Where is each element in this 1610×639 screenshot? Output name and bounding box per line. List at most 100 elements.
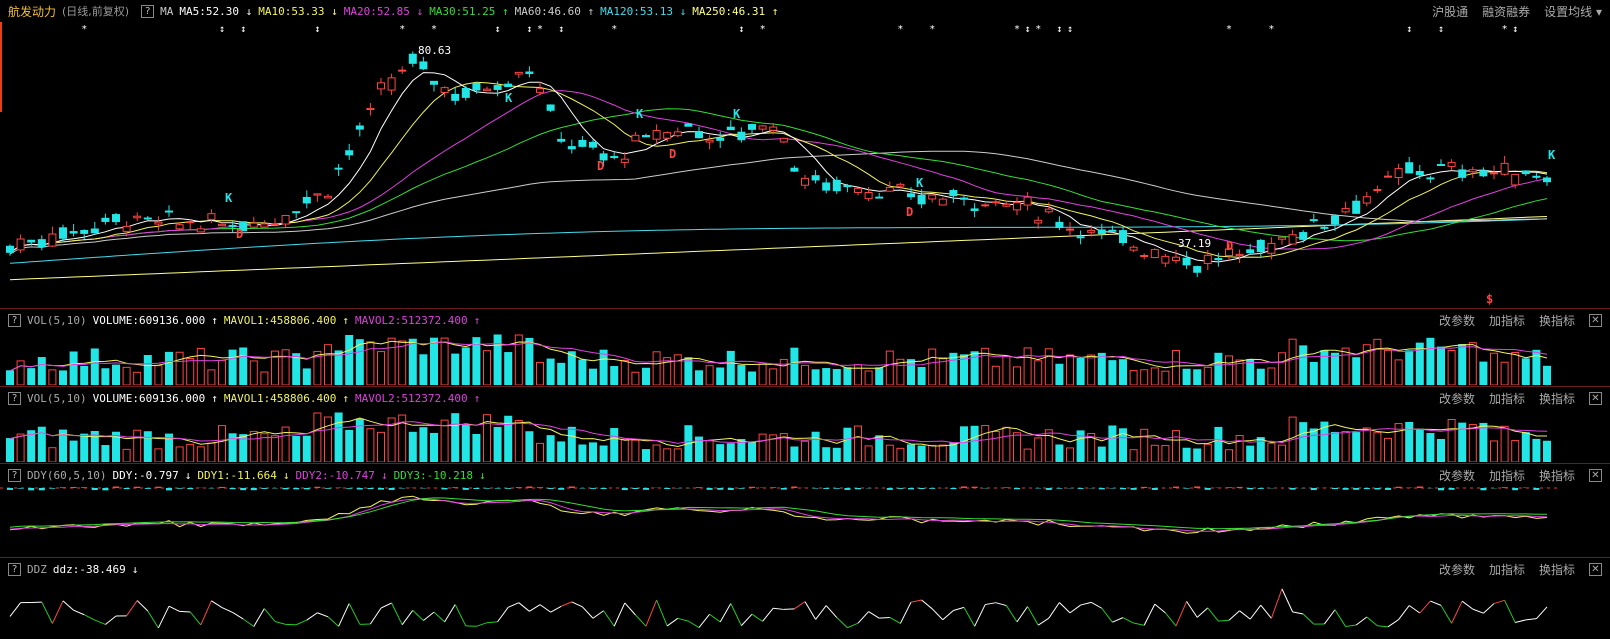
swap-indicator-button[interactable]: 换指标 bbox=[1539, 390, 1575, 407]
ddz-segment bbox=[1196, 607, 1209, 618]
volume-bar bbox=[1543, 440, 1551, 462]
ddz-segment bbox=[1483, 603, 1495, 614]
ddz-segment bbox=[507, 602, 520, 608]
signal-marker: ↕ bbox=[558, 24, 564, 35]
ddy-bar bbox=[1226, 487, 1232, 488]
volume-bar bbox=[620, 359, 629, 385]
add-indicator-button[interactable]: 加指标 bbox=[1489, 390, 1525, 407]
volume-bar bbox=[59, 370, 67, 385]
ddz-segment bbox=[179, 610, 191, 613]
volume-bar bbox=[37, 357, 46, 385]
volume-bar bbox=[1468, 342, 1477, 385]
ddy-bar bbox=[558, 488, 565, 490]
ddz-segment bbox=[518, 602, 530, 612]
ddy-bar bbox=[1310, 488, 1317, 491]
swap-indicator-button[interactable]: 换指标 bbox=[1539, 312, 1575, 329]
ddz-segment bbox=[327, 616, 339, 627]
ddy-bar bbox=[494, 488, 501, 489]
help-icon[interactable]: ? bbox=[141, 4, 155, 18]
candle-body bbox=[1394, 168, 1403, 179]
help-icon[interactable]: ? bbox=[8, 313, 21, 327]
volume-bar bbox=[16, 360, 25, 385]
kd-signal-label: D bbox=[1226, 239, 1233, 253]
candle-body bbox=[1437, 164, 1445, 167]
ddy-bar bbox=[1416, 486, 1423, 488]
volume-chart-1[interactable] bbox=[0, 331, 1560, 385]
close-icon[interactable]: ✕ bbox=[1589, 562, 1602, 576]
close-icon[interactable]: ✕ bbox=[1589, 391, 1602, 405]
volume-bar bbox=[546, 358, 555, 385]
volume-bar bbox=[1543, 365, 1551, 385]
mavol2-value: MAVOL2:512372.400 bbox=[355, 313, 468, 327]
volume-bar bbox=[514, 420, 523, 462]
candle-body bbox=[1182, 257, 1191, 266]
candle-body bbox=[440, 87, 449, 93]
set-ma-link[interactable]: 设置均线 ▾ bbox=[1544, 3, 1602, 20]
ddz-segment bbox=[94, 619, 106, 625]
ddy-bar bbox=[441, 488, 448, 490]
vol-header-1: ? VOL(5,10) VOLUME:609136.000 ↑ MAVOL1:45… bbox=[0, 309, 1610, 331]
volume-bar bbox=[1129, 370, 1138, 385]
add-indicator-button[interactable]: 加指标 bbox=[1489, 561, 1525, 578]
volume-bar bbox=[6, 370, 14, 385]
swap-indicator-button[interactable]: 换指标 bbox=[1539, 467, 1575, 484]
volume-bar bbox=[1532, 438, 1541, 462]
candle-body bbox=[758, 125, 767, 130]
signal-marker: ↕ bbox=[314, 24, 320, 35]
candle-body bbox=[281, 215, 290, 225]
edit-params-button[interactable]: 改参数 bbox=[1439, 312, 1475, 329]
ddy-bar bbox=[727, 488, 734, 490]
volume-bar bbox=[218, 359, 226, 385]
add-indicator-button[interactable]: 加指标 bbox=[1489, 467, 1525, 484]
volume-bar bbox=[1352, 432, 1361, 462]
edit-params-button[interactable]: 改参数 bbox=[1439, 390, 1475, 407]
margin-trading-link[interactable]: 融资融券 bbox=[1482, 3, 1530, 20]
volume-bar bbox=[705, 365, 714, 385]
volume-bar bbox=[1415, 428, 1424, 462]
candle-body bbox=[37, 239, 46, 248]
help-icon[interactable]: ? bbox=[8, 468, 21, 482]
up-arrow-icon: ↑ bbox=[342, 313, 350, 327]
ddy-chart[interactable] bbox=[0, 486, 1560, 556]
volume-bar bbox=[567, 426, 576, 462]
ddz-segment bbox=[401, 610, 414, 625]
ddz-segment bbox=[539, 604, 551, 613]
ddz-segment bbox=[741, 613, 753, 626]
volume-bar bbox=[1002, 355, 1011, 385]
candle-body bbox=[1203, 254, 1212, 264]
help-icon[interactable]: ? bbox=[8, 391, 21, 405]
candle-body bbox=[832, 179, 841, 192]
edit-params-button[interactable]: 改参数 bbox=[1439, 467, 1475, 484]
candle-body bbox=[854, 187, 862, 193]
candle-body bbox=[1288, 234, 1297, 245]
volume-bar bbox=[832, 369, 841, 385]
close-icon[interactable]: ✕ bbox=[1589, 468, 1602, 482]
volume-chart-2[interactable] bbox=[0, 409, 1560, 462]
vol-controls-2: 改参数 加指标 换指标 ✕ bbox=[1425, 387, 1602, 409]
close-icon[interactable]: ✕ bbox=[1589, 313, 1602, 327]
kd-signal-label: K bbox=[733, 107, 741, 121]
candle-body bbox=[790, 167, 799, 172]
ddy-bar bbox=[600, 488, 607, 489]
hk-connect-link[interactable]: 沪股通 bbox=[1432, 3, 1468, 20]
volume-bar bbox=[705, 440, 714, 462]
price-chart[interactable]: * ↕ ↕ ↕ * * ↕ ↕ * ↕ * ↕ * * * * ↕ * ↕ ↕ * * ↕ ↕ * ↕ 80.63 37.19 K K K K… bbox=[0, 22, 1560, 308]
edit-params-button[interactable]: 改参数 bbox=[1439, 561, 1475, 578]
add-indicator-button[interactable]: 加指标 bbox=[1489, 312, 1525, 329]
candle-body bbox=[27, 239, 36, 243]
swap-indicator-button[interactable]: 换指标 bbox=[1539, 561, 1575, 578]
ddy-bar bbox=[473, 488, 480, 489]
volume-bar bbox=[1161, 370, 1170, 385]
candle-body bbox=[1447, 161, 1456, 167]
signal-marker: * bbox=[1502, 24, 1508, 35]
ddz-segment bbox=[666, 617, 679, 627]
volume-bar bbox=[991, 365, 1000, 385]
ddz-chart[interactable] bbox=[0, 580, 1560, 638]
volume-bar bbox=[1352, 357, 1361, 385]
help-icon[interactable]: ? bbox=[8, 562, 21, 576]
ddy-bar bbox=[1342, 488, 1349, 490]
stock-name[interactable]: 航发动力 bbox=[8, 3, 56, 20]
volume-bar bbox=[493, 426, 502, 462]
ddy-bar bbox=[823, 488, 830, 489]
ddz-segment bbox=[221, 607, 233, 613]
